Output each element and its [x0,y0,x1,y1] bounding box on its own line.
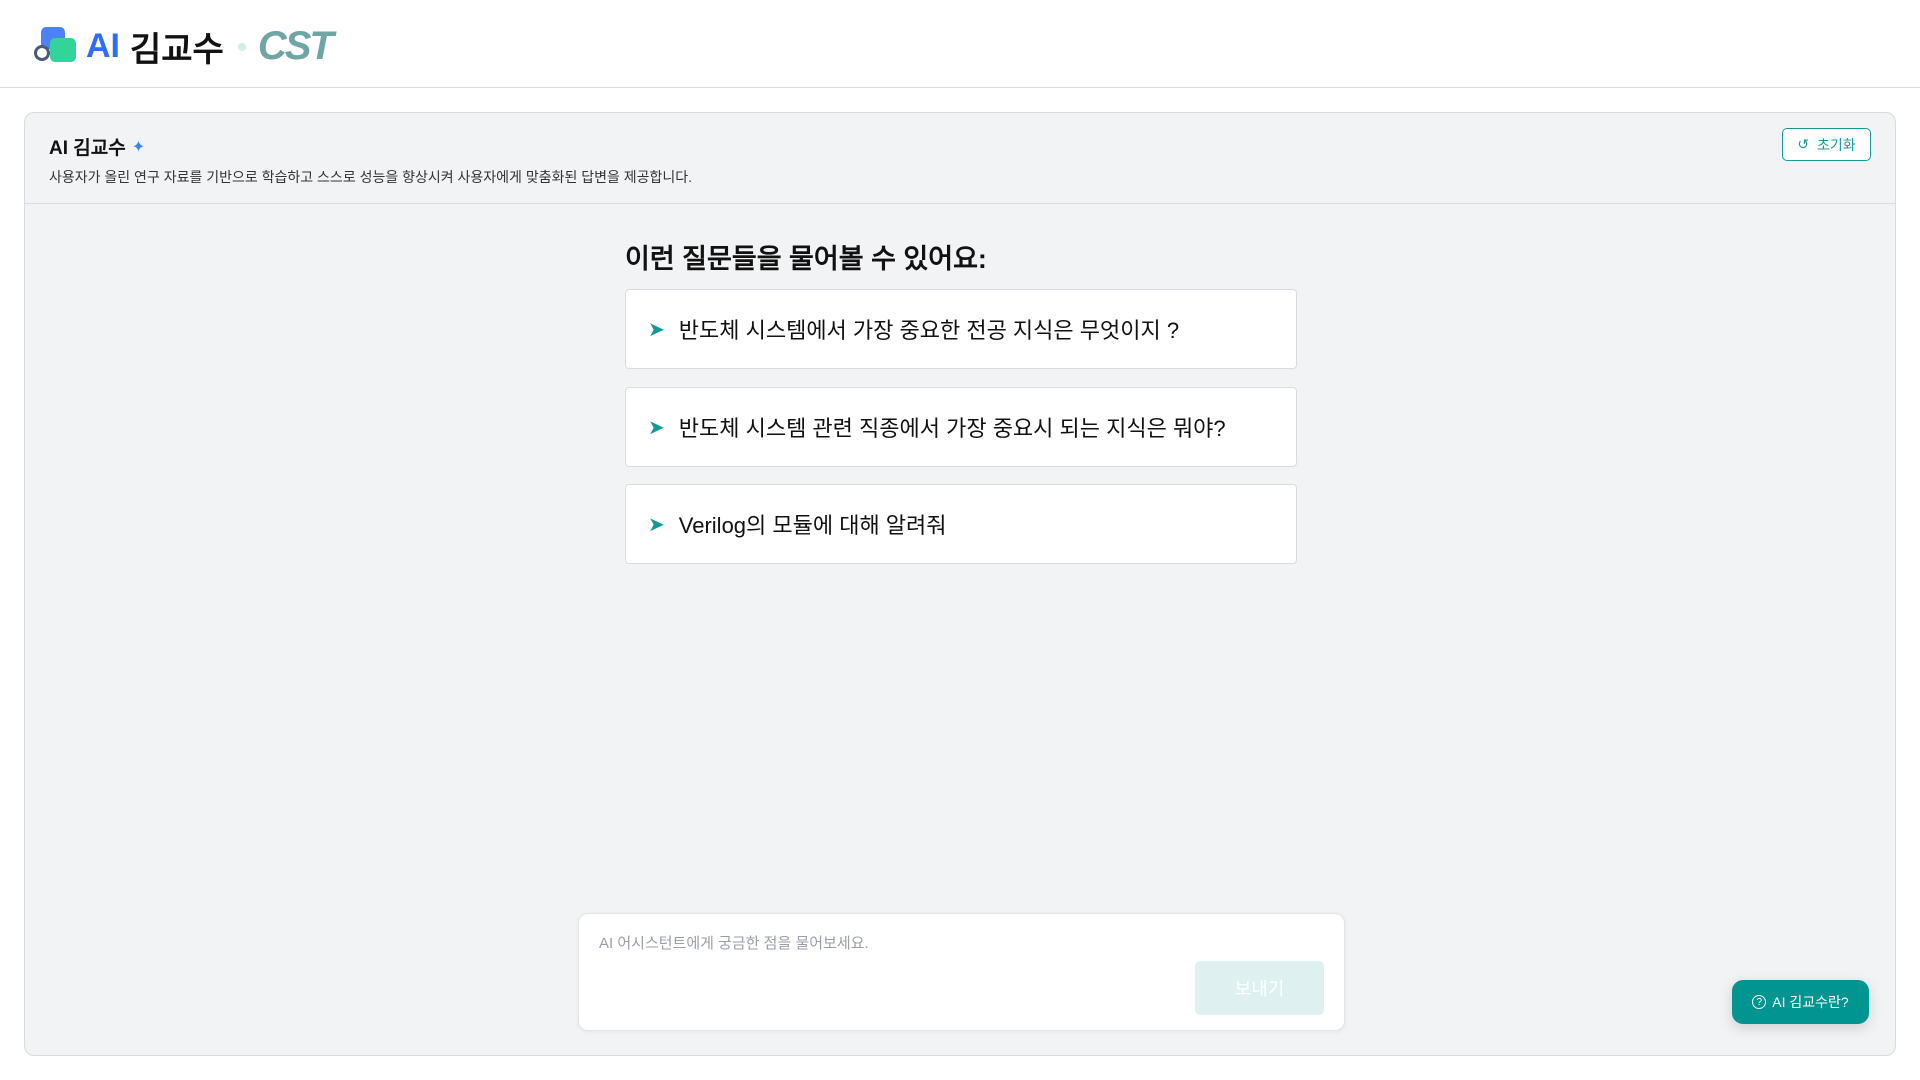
about-label: AI 김교수란? [1772,994,1849,1010]
suggestion-label: 반도체 시스템에서 가장 중요한 전공 지식은 무엇이지 ? [678,318,1180,343]
suggestion-card[interactable]: ➤ 반도체 시스템에서 가장 중요한 전공 지식은 무엇이지 ? [625,289,1297,369]
sparkle-icon: ✦ [131,138,146,156]
suggestion-card[interactable]: ➤ Verilog의 모듈에 대해 알려줘 [625,484,1297,564]
chat-panel: AI 김교수 ✦ 사용자가 올린 연구 자료를 기반으로 학습하고 스스로 성능… [24,112,1896,1056]
question-icon: ? [1752,995,1767,1009]
logo-name-text: 김교수 [130,31,224,69]
suggestion-card[interactable]: ➤ 반도체 시스템 관련 직종에서 가장 중요시 되는 지식은 뭐야? [625,387,1297,467]
panel-title-text: AI 김교수 [49,138,126,159]
suggestion-label: Verilog의 모듈에 대해 알려줘 [678,513,947,538]
chat-input[interactable] [599,932,1319,962]
reset-icon: ↺ [1797,136,1810,152]
suggestions-title: 이런 질문들을 물어볼 수 있어요: [625,244,987,274]
suggestion-label: 반도체 시스템 관련 직종에서 가장 중요시 되는 지식은 뭐야? [678,416,1226,441]
send-button[interactable]: 보내기 [1195,961,1324,1015]
send-arrow-icon: ➤ [648,513,665,536]
send-arrow-icon: ➤ [648,416,665,439]
panel-header: AI 김교수 ✦ 사용자가 올린 연구 자료를 기반으로 학습하고 스스로 성능… [25,113,1895,204]
about-button[interactable]: ? AI 김교수란? [1732,980,1869,1024]
logo-ai-text: AI [86,27,120,65]
header: AI 김교수 CST [0,0,1920,88]
panel-title: AI 김교수 ✦ [49,133,145,160]
logo[interactable]: AI 김교수 CST [32,22,334,71]
partner-logo: CST [257,24,334,68]
chat-input-box: 보내기 [578,913,1345,1031]
reset-button[interactable]: ↺ 초기화 [1782,128,1871,161]
panel-description: 사용자가 올린 연구 자료를 기반으로 학습하고 스스로 성능을 향상시켜 사용… [49,169,693,185]
logo-separator-dot [237,42,246,51]
send-arrow-icon: ➤ [648,318,665,341]
chat-search-logo-icon [32,26,78,67]
reset-label: 초기화 [1817,136,1856,153]
